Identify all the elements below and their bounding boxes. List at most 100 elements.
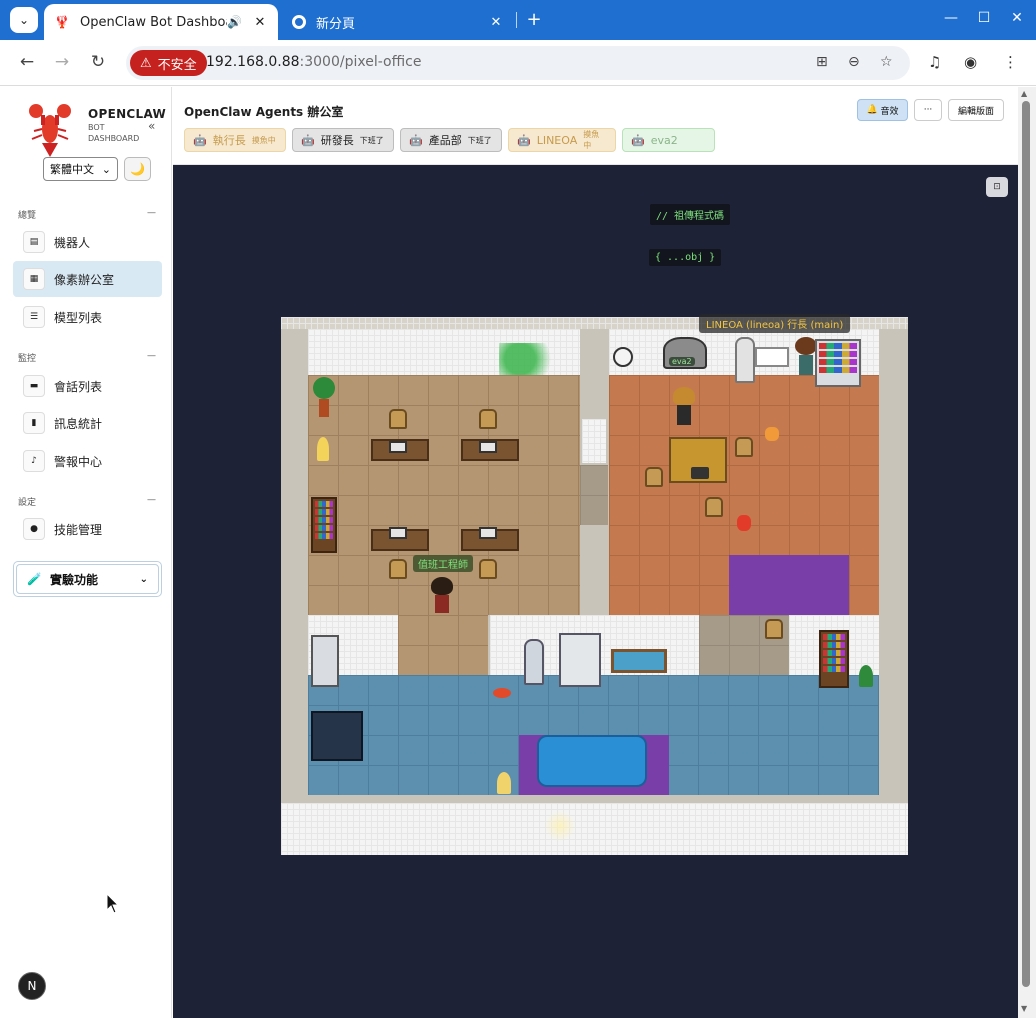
agent-chip-ceo[interactable]: 🤖 執行長 摸魚中 xyxy=(184,128,286,152)
ceo-character[interactable] xyxy=(673,387,695,427)
translate-icon[interactable]: ⊞ xyxy=(816,54,828,70)
close-icon[interactable]: ✕ xyxy=(488,15,504,30)
tab-new[interactable]: 新分頁 ✕ xyxy=(282,4,514,40)
chair[interactable] xyxy=(389,409,407,429)
sidebar-item-models[interactable]: ☰ 模型列表 xyxy=(13,299,162,335)
zoom-icon[interactable]: ⊖ xyxy=(848,54,860,70)
tab-search-button[interactable]: ⌄ xyxy=(10,7,38,33)
light-glow xyxy=(543,811,577,841)
speaker-icon[interactable]: 🔊 xyxy=(227,15,242,29)
warning-icon: ⚠ xyxy=(140,55,152,71)
pixel-office-canvas[interactable]: // 祖傳程式碼 { ...obj } ⊡ 值班工程師 eva2 LINEOA … xyxy=(173,165,1018,1018)
office-map[interactable]: 值班工程師 eva2 LINEOA (lineoa) 行長 (main) xyxy=(281,314,908,855)
edit-layout-button[interactable]: 編輯版面 xyxy=(948,99,1004,121)
scroll-down-icon[interactable]: ▼ xyxy=(1021,1004,1027,1013)
media-control-icon[interactable]: ♫ xyxy=(928,53,941,71)
collapse-sidebar-icon[interactable]: « xyxy=(148,119,155,133)
robot-icon: 🤖 xyxy=(301,133,315,147)
agent-chip-eva2[interactable]: 🤖 eva2 xyxy=(622,128,715,152)
forward-arrow-icon[interactable]: → xyxy=(51,52,73,72)
page-scrollbar[interactable]: ▲ ▼ xyxy=(1018,87,1036,1018)
window-close-icon[interactable]: ✕ xyxy=(1008,10,1026,26)
profile-icon[interactable]: ◉ xyxy=(964,53,977,71)
chair[interactable] xyxy=(765,619,783,639)
bell-icon: ♪ xyxy=(23,450,45,472)
robot-icon: 🤖 xyxy=(517,133,531,147)
chat-icon: ▬ xyxy=(23,375,45,397)
wall-bottom xyxy=(281,803,908,855)
plant-wall-decor xyxy=(499,343,569,375)
minimize-icon[interactable]: — xyxy=(942,10,960,26)
experimental-features[interactable]: 🧪 實驗功能 ⌄ xyxy=(13,561,162,597)
laptop[interactable] xyxy=(389,527,407,539)
scroll-thumb[interactable] xyxy=(1022,101,1030,987)
blue-sofa[interactable] xyxy=(537,735,647,787)
language-select[interactable]: 繁體中文 ⌄ xyxy=(43,157,118,181)
agent-chip-rd[interactable]: 🤖 研發長 下班了 xyxy=(292,128,394,152)
more-button[interactable]: ··· xyxy=(914,99,942,121)
nextjs-dev-icon[interactable]: N xyxy=(18,972,46,1000)
bookshelf xyxy=(819,630,849,688)
vending-machine[interactable] xyxy=(559,633,601,687)
camera-icon xyxy=(691,467,709,479)
sidebar-item-sessions[interactable]: ▬ 會話列表 xyxy=(13,368,162,404)
chair[interactable] xyxy=(645,467,663,487)
back-arrow-icon[interactable]: ← xyxy=(16,52,38,72)
server-rack[interactable] xyxy=(311,711,363,761)
obj-tag: { ...obj } xyxy=(649,249,722,266)
main-header: OpenClaw Agents 辦公室 🤖 執行長 摸魚中 🤖 研發長 下班了 🤖 產品部… xyxy=(173,87,1018,165)
theme-toggle-moon-icon[interactable]: 🌙 xyxy=(124,157,151,181)
laptop[interactable] xyxy=(479,527,497,539)
test-tube-icon: 🧪 xyxy=(27,572,42,586)
sidebar-item-alerts[interactable]: ♪ 警報中心 xyxy=(13,443,162,479)
robot-character[interactable] xyxy=(735,337,755,383)
engineer-label: 值班工程師 xyxy=(413,555,473,572)
address-bar[interactable]: ⚠ 不安全 192.168.0.88:3000/pixel-office ⊞ ⊖… xyxy=(126,46,910,80)
chair[interactable] xyxy=(735,437,753,457)
agent-chip-lineoa[interactable]: 🤖 LINEOA 摸魚中 xyxy=(508,128,616,152)
monitor[interactable] xyxy=(479,441,497,453)
fullscreen-icon[interactable]: ⊡ xyxy=(986,177,1008,197)
sidebar-item-skills[interactable]: ● 技能管理 xyxy=(13,511,162,547)
tab-openclaw[interactable]: 🦞 OpenClaw Bot Dashboard 🔊 ✕ xyxy=(44,4,278,40)
new-tab-button[interactable]: + xyxy=(524,9,544,30)
close-icon[interactable]: ✕ xyxy=(252,15,268,30)
lobster-favicon-icon: 🦞 xyxy=(54,15,70,29)
monitor[interactable] xyxy=(389,441,407,453)
chair[interactable] xyxy=(705,497,723,517)
tab-separator xyxy=(516,12,517,28)
reload-icon[interactable]: ↻ xyxy=(87,52,109,72)
scroll-up-icon[interactable]: ▲ xyxy=(1021,89,1027,98)
server-label: eva2 xyxy=(669,357,695,366)
desk-lamp xyxy=(317,437,329,461)
sidebar-item-pixel-office[interactable]: ▦ 像素辦公室 xyxy=(13,261,162,297)
list-icon: ☰ xyxy=(23,306,45,328)
floor-lamp xyxy=(497,772,511,794)
lineoa-character[interactable] xyxy=(795,337,817,377)
potted-tree xyxy=(313,377,335,417)
browser-toolbar: ← → ↻ ⚠ 不安全 192.168.0.88:3000/pixel-offi… xyxy=(0,40,1036,86)
section-monitor: 監控 — xyxy=(18,351,156,364)
sidebar-item-bots[interactable]: ▤ 機器人 xyxy=(13,224,162,260)
lounge-entry xyxy=(398,615,488,675)
engineer-character[interactable] xyxy=(431,577,453,617)
mouse-cursor-icon xyxy=(106,893,120,914)
menu-kebab-icon[interactable]: ⋮ xyxy=(1003,53,1018,71)
maximize-icon[interactable]: ☐ xyxy=(975,10,993,26)
water-cooler[interactable] xyxy=(524,639,544,685)
chair[interactable] xyxy=(479,559,497,579)
corridor-floor xyxy=(580,465,608,525)
shelf-right xyxy=(815,339,861,387)
fridge[interactable] xyxy=(311,635,339,687)
sound-toggle-button[interactable]: 🔔 音效 xyxy=(857,99,908,121)
chair[interactable] xyxy=(479,409,497,429)
potted-plant xyxy=(859,665,873,687)
chair[interactable] xyxy=(389,559,407,579)
insecure-badge[interactable]: ⚠ 不安全 xyxy=(130,50,207,76)
sidebar-item-stats[interactable]: ▮ 訊息統計 xyxy=(13,405,162,441)
bookmark-star-icon[interactable]: ☆ xyxy=(880,54,893,70)
url-text[interactable]: 192.168.0.88:3000/pixel-office xyxy=(206,54,421,70)
whiteboard xyxy=(755,347,789,367)
agent-chip-product[interactable]: 🤖 產品部 下班了 xyxy=(400,128,502,152)
browser-tab-bar: ⌄ 🦞 OpenClaw Bot Dashboard 🔊 ✕ 新分頁 ✕ + —… xyxy=(0,0,1036,40)
